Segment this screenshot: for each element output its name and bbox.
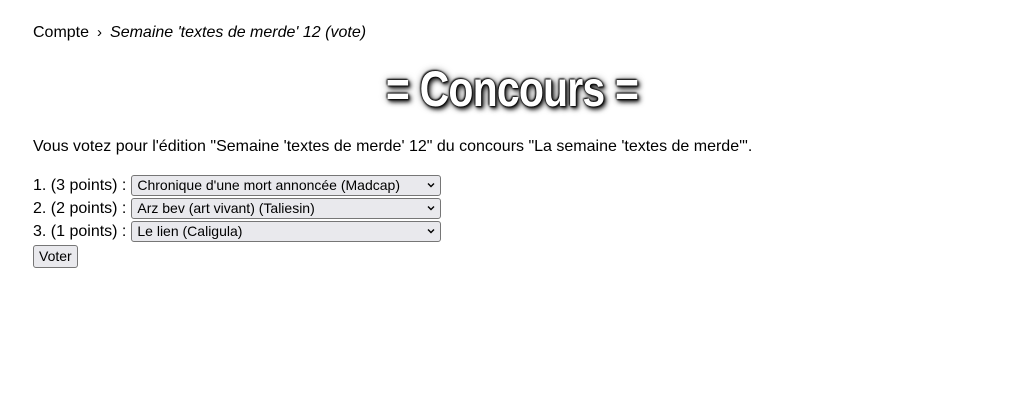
breadcrumb-link-compte[interactable]: Compte: [33, 24, 89, 42]
vote-select-value: Chronique d'une mort annoncée (Madcap): [137, 177, 400, 193]
vote-select-1[interactable]: Chronique d'une mort annoncée (Madcap): [131, 175, 442, 196]
breadcrumb: Compte › Semaine 'textes de merde' 12 (v…: [33, 24, 991, 46]
page-title: = Concours =: [385, 61, 639, 117]
vote-row-1: 1. (3 points) : Chronique d'une mort ann…: [33, 174, 991, 197]
chevron-down-icon: [427, 206, 435, 211]
vote-select-value: Arz bev (art vivant) (Taliesin): [137, 200, 315, 216]
breadcrumb-current: Semaine 'textes de merde' 12 (vote): [110, 24, 367, 41]
intro-text: Vous votez pour l'édition "Semaine 'text…: [33, 138, 753, 155]
chevron-down-icon: [427, 183, 435, 188]
vote-label: 1. (3 points) :: [33, 176, 127, 194]
vote-select-3[interactable]: Le lien (Caligula): [131, 221, 442, 242]
vote-submit-button[interactable]: Voter: [33, 245, 78, 268]
vote-row-3: 3. (1 points) : Le lien (Caligula): [33, 220, 991, 243]
vote-label: 3. (1 points) :: [33, 222, 127, 240]
chevron-down-icon: [427, 229, 435, 234]
vote-row-2: 2. (2 points) : Arz bev (art vivant) (Ta…: [33, 197, 991, 220]
vote-label: 2. (2 points) :: [33, 199, 127, 217]
vote-select-2[interactable]: Arz bev (art vivant) (Taliesin): [131, 198, 442, 219]
page: Compte › Semaine 'textes de merde' 12 (v…: [0, 0, 1024, 268]
vote-select-value: Le lien (Caligula): [137, 223, 243, 239]
vote-form: 1. (3 points) : Chronique d'une mort ann…: [33, 174, 991, 268]
breadcrumb-separator: ›: [97, 24, 103, 41]
